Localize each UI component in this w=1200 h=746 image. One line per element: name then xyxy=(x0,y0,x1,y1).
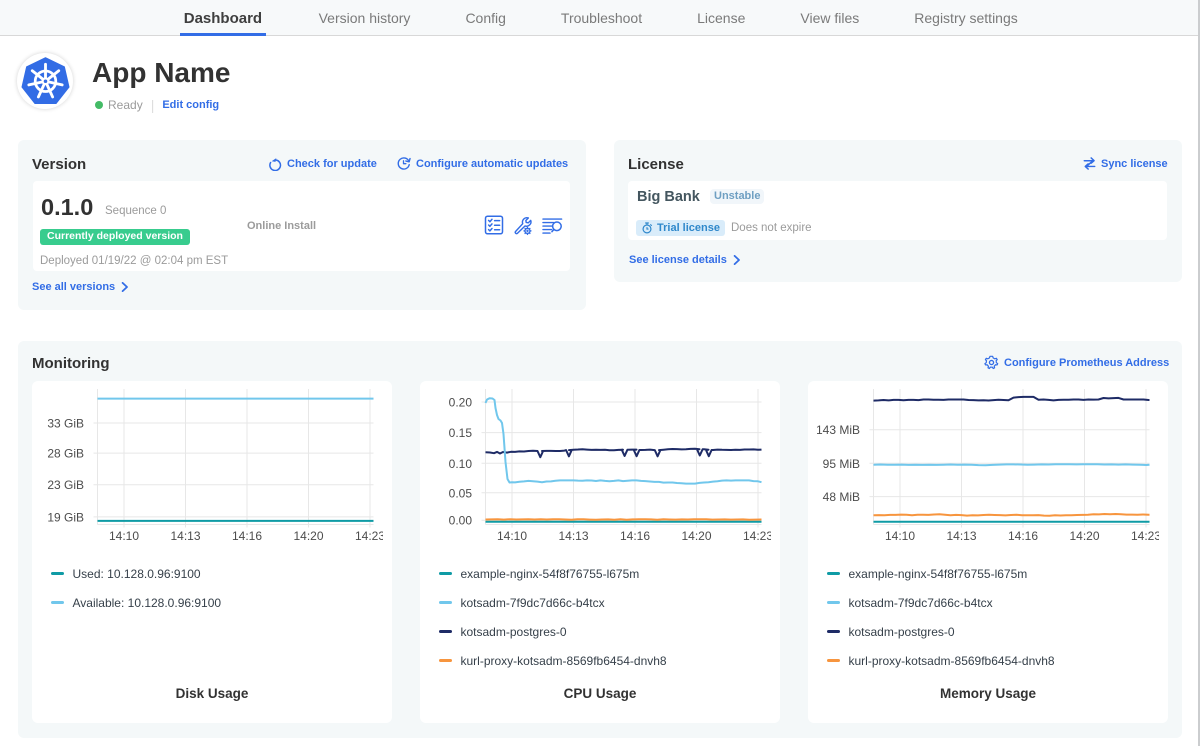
svg-text:14:16: 14:16 xyxy=(1008,529,1038,543)
svg-text:14:23: 14:23 xyxy=(355,529,383,543)
svg-text:14:20: 14:20 xyxy=(681,529,711,543)
svg-text:14:23: 14:23 xyxy=(743,529,771,543)
svg-text:14:10: 14:10 xyxy=(497,529,527,543)
svg-text:14:16: 14:16 xyxy=(620,529,650,543)
svg-text:14:13: 14:13 xyxy=(170,529,200,543)
svg-text:0.20: 0.20 xyxy=(449,396,473,410)
svg-text:0.00: 0.00 xyxy=(449,514,473,528)
svg-text:0.15: 0.15 xyxy=(449,426,473,440)
svg-text:28 GiB: 28 GiB xyxy=(47,447,84,461)
svg-text:143 MiB: 143 MiB xyxy=(817,423,860,437)
svg-text:23 GiB: 23 GiB xyxy=(47,478,84,492)
svg-text:14:20: 14:20 xyxy=(293,529,323,543)
svg-text:0.05: 0.05 xyxy=(449,486,473,500)
svg-text:14:10: 14:10 xyxy=(885,529,915,543)
svg-text:14:16: 14:16 xyxy=(232,529,262,543)
svg-text:0.10: 0.10 xyxy=(449,457,473,471)
svg-text:33 GiB: 33 GiB xyxy=(47,417,84,431)
svg-text:14:10: 14:10 xyxy=(109,529,139,543)
svg-text:14:13: 14:13 xyxy=(558,529,588,543)
svg-text:14:13: 14:13 xyxy=(946,529,976,543)
svg-text:19 GiB: 19 GiB xyxy=(47,510,84,524)
svg-text:48 MiB: 48 MiB xyxy=(823,490,860,504)
svg-text:14:23: 14:23 xyxy=(1131,529,1159,543)
svg-text:95 MiB: 95 MiB xyxy=(823,457,860,471)
svg-text:14:20: 14:20 xyxy=(1069,529,1099,543)
